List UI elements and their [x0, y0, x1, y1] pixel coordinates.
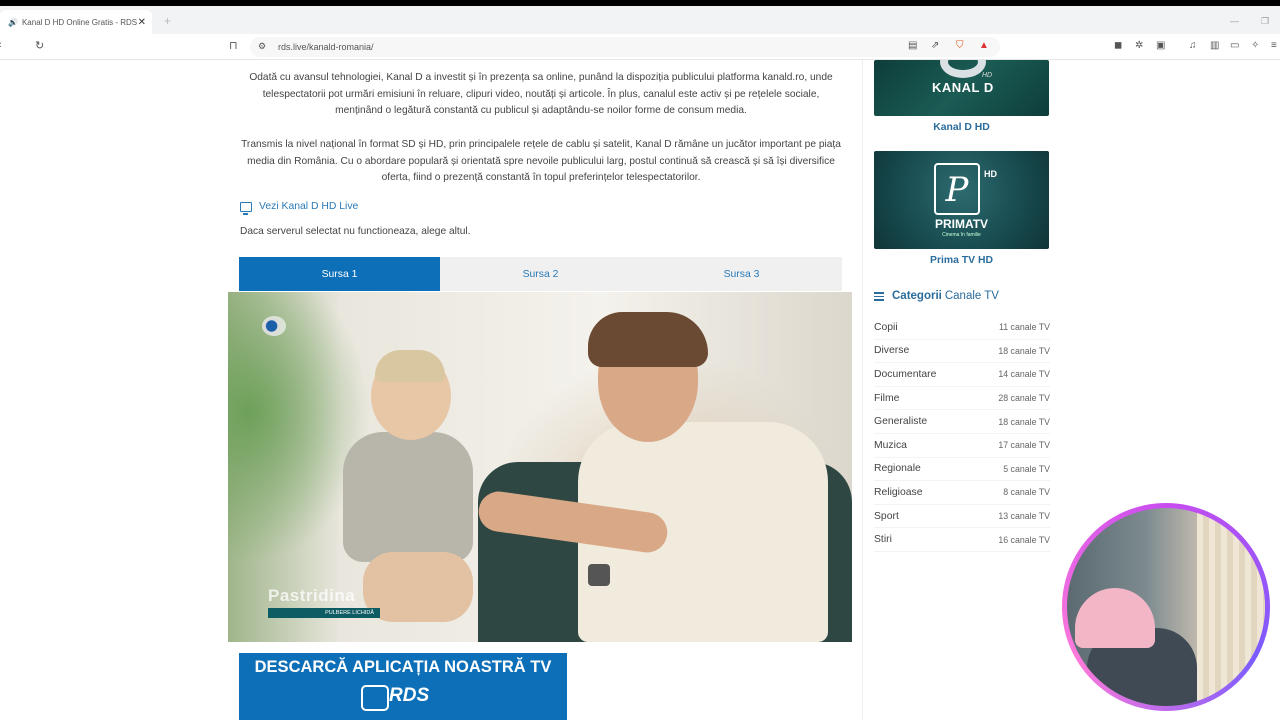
tv-icon	[361, 685, 389, 711]
screenshot-icon[interactable]: ▣	[1156, 40, 1165, 51]
primatv-thumbnail[interactable]: P HD PRIMATV Cinema în familie	[874, 151, 1049, 249]
kanald-thumbnail[interactable]: KANAL D HD	[874, 60, 1049, 116]
tab-source-3[interactable]: Sursa 3	[641, 257, 842, 291]
webcam-feed	[1067, 508, 1265, 706]
article-paragraph-2: Transmis la nivel național în format SD …	[241, 139, 841, 184]
new-tab-icon[interactable]: +	[164, 14, 171, 28]
watch-live-link[interactable]: Vezi Kanal D HD Live	[240, 201, 359, 215]
menu-icon[interactable]: ≡	[1271, 40, 1277, 51]
article-paragraph-1: Odată cu avansul tehnologiei, Kanal D a …	[249, 72, 833, 117]
extension-icon[interactable]: ◼	[1114, 40, 1122, 51]
categories-heading: Categorii Canale TV	[874, 290, 999, 302]
sidebar-icon[interactable]: ▥	[1210, 40, 1219, 51]
channel-name[interactable]: Prima TV HD	[874, 255, 1049, 266]
list-icon	[874, 292, 884, 301]
list-item[interactable]: Stiri 16 canale TV	[874, 528, 1050, 552]
app-download-banner[interactable]: DESCARCĂ APLICAȚIA NOASTRĂ TV RDS	[239, 653, 567, 720]
list-item[interactable]: Copii 11 canale TV	[874, 316, 1050, 340]
server-note: Daca serverul selectat nu functioneaza, …	[240, 226, 471, 237]
sidebar: KANAL D HD Kanal D HD P HD PRIMATV Cinem…	[862, 60, 1060, 720]
bookmark-icon[interactable]: ⊓	[229, 39, 238, 52]
tab-title: Kanal D HD Online Gratis - RDS	[21, 17, 138, 27]
source-tabs: Sursa 1 Sursa 2 Sursa 3	[239, 257, 842, 291]
ad-caption: Pastridina	[268, 586, 356, 605]
kanald-hd-badge: HD	[982, 72, 993, 79]
browser-navbar: ‹ ↻ ⊓ ⚙ rds.live/kanald-romania/ ▤ ⇗ ⛉ ▲…	[0, 34, 1280, 60]
list-item[interactable]: Diverse 18 canale TV	[874, 340, 1050, 364]
banner-brand: RDS	[389, 685, 430, 706]
list-item[interactable]: Filme 28 canale TV	[874, 387, 1050, 411]
channel-name[interactable]: Kanal D HD	[874, 122, 1049, 133]
url-text[interactable]: rds.live/kanald-romania/	[278, 42, 374, 52]
kanald-logo-text: KANAL D	[932, 80, 994, 95]
puzzle-icon[interactable]: ✲	[1135, 40, 1143, 51]
reload-icon[interactable]: ↻	[35, 39, 44, 52]
categories-list: Copii 11 canale TV Diverse 18 canale TV Do…	[874, 316, 1050, 552]
maximize-icon[interactable]: ❐	[1261, 16, 1269, 27]
video-player[interactable]: Pastridina PULBERE LICHIDĂ	[228, 292, 852, 642]
tab-source-1[interactable]: Sursa 1	[239, 257, 440, 291]
ad-subcaption: PULBERE LICHIDĂ	[268, 608, 380, 618]
list-item[interactable]: Sport 13 canale TV	[874, 505, 1050, 529]
site-settings-icon[interactable]: ⚙	[258, 41, 266, 52]
minimize-icon[interactable]: —	[1230, 16, 1239, 26]
speaker-icon: 🔊	[8, 17, 18, 27]
banner-text: DESCARCĂ APLICAȚIA NOASTRĂ TV	[254, 658, 552, 676]
list-item[interactable]: Documentare 14 canale TV	[874, 363, 1050, 387]
close-tab-icon[interactable]: ✕	[138, 17, 146, 28]
ai-icon[interactable]: ✧	[1251, 40, 1259, 51]
reader-icon[interactable]: ▤	[908, 40, 917, 51]
brave-shield-icon[interactable]: ⛉	[956, 40, 964, 51]
list-item[interactable]: Religioase 8 canale TV	[874, 481, 1050, 505]
tab-source-2[interactable]: Sursa 2	[440, 257, 641, 291]
rewards-icon[interactable]: ▲	[979, 40, 989, 51]
wallet-icon[interactable]: ▭	[1230, 40, 1239, 51]
main-column: Odată cu avansul tehnologiei, Kanal D a …	[228, 60, 862, 720]
monitor-icon	[240, 201, 252, 215]
channel-card-primatv[interactable]: P HD PRIMATV Cinema în familie Prima TV …	[874, 151, 1049, 266]
browser-tabstrip: 🔊 Kanal D HD Online Gratis - RDS ✕ + — ❐	[0, 6, 1280, 34]
back-icon[interactable]: ‹	[0, 39, 2, 51]
list-item[interactable]: Muzica 17 canale TV	[874, 434, 1050, 458]
webcam-overlay	[1062, 503, 1270, 711]
share-icon[interactable]: ⇗	[931, 40, 939, 51]
video-scene-teen	[476, 302, 838, 642]
primatv-tagline: Cinema în familie	[942, 232, 981, 238]
music-icon[interactable]: ♫	[1189, 40, 1197, 51]
list-item[interactable]: Generaliste 18 canale TV	[874, 410, 1050, 434]
primatv-hd-badge: HD	[984, 169, 997, 179]
channel-card-kanald[interactable]: KANAL D HD Kanal D HD	[874, 60, 1049, 133]
primatv-logo-icon: P	[934, 163, 980, 215]
page-content: Odată cu avansul tehnologiei, Kanal D a …	[228, 60, 1060, 720]
primatv-logo-text: PRIMATV	[934, 217, 989, 231]
channel-watermark-icon	[262, 316, 286, 336]
kanald-ring-icon	[940, 60, 986, 78]
list-item[interactable]: Regionale 5 canale TV	[874, 458, 1050, 482]
watch-live-label: Vezi Kanal D HD Live	[259, 201, 359, 212]
browser-tab-active[interactable]: 🔊 Kanal D HD Online Gratis - RDS ✕	[0, 10, 152, 34]
